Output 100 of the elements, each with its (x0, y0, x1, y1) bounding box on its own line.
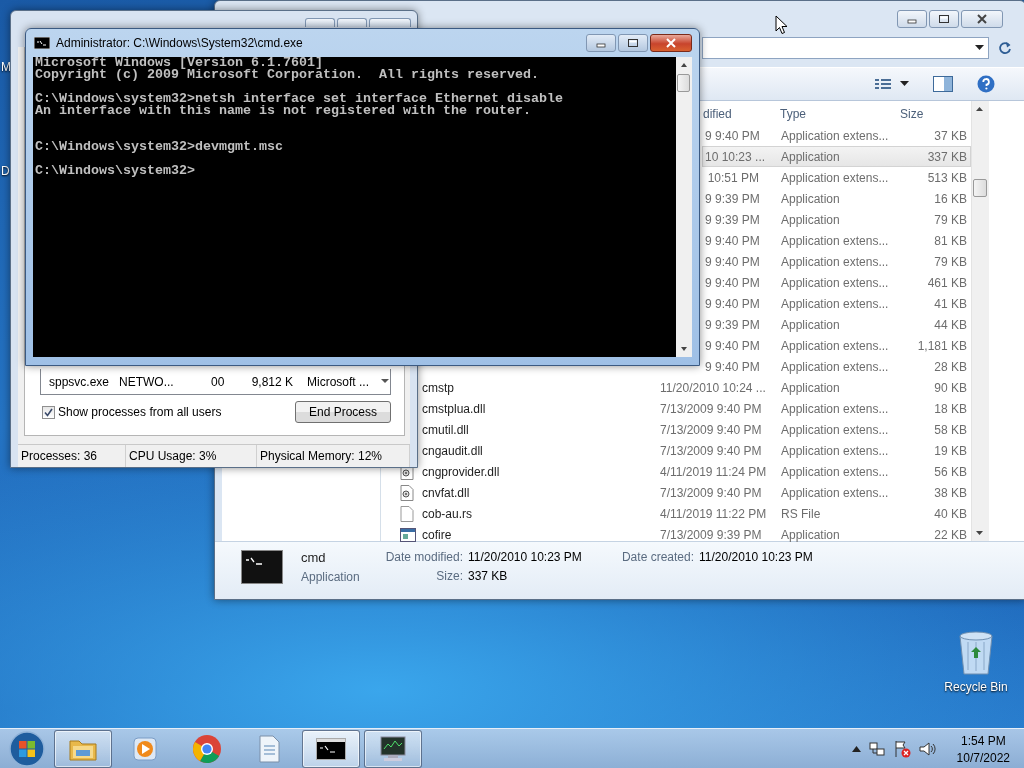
desktop-icon-label: D (1, 164, 10, 178)
desktop-icon-label: M (1, 60, 11, 74)
file-type: Application extens... (780, 233, 890, 248)
checkbox[interactable] (42, 405, 55, 419)
file-type: Application extens... (780, 422, 890, 437)
monitor-icon (378, 735, 408, 763)
date-modified: 9 9:39 PM (704, 317, 761, 332)
date-modified: 7/13/2009 9:39 PM (659, 527, 763, 542)
file-row[interactable]: 9 9:40 PM Application extens... 79 KB (702, 251, 971, 272)
property-label: Date modified: (385, 550, 463, 564)
clock-date[interactable]: 10/7/2022 (956, 750, 1010, 765)
document-icon (256, 734, 282, 764)
process-row[interactable]: sppsvc.exe NETWO... 00 9,812 K Microsoft ... (40, 369, 391, 395)
file-type: Application extens... (780, 359, 890, 374)
clock-time[interactable]: 1:54 PM (960, 733, 1006, 748)
file-row[interactable]: 10:51 PM Application extens... 513 KB (702, 167, 971, 188)
file-row[interactable]: 9 9:40 PM Application extens... 37 KB (702, 125, 971, 146)
column-header[interactable]: Type (778, 106, 898, 121)
date-modified: 10 10:23 ... (704, 149, 767, 164)
address-field[interactable] (702, 37, 989, 59)
column-header[interactable]: Size (898, 106, 966, 121)
file-type: Application extens... (780, 485, 890, 500)
file-type: Application extens... (780, 128, 890, 143)
date-modified: 11/20/2010 10:24 ... (659, 380, 767, 395)
file-row[interactable]: cob-au.rs 4/11/2019 11:22 PM RS File 40 KB (381, 503, 971, 524)
file-row[interactable]: cmstp 11/20/2010 10:24 ... Application 90 KB (421, 377, 971, 398)
recycle-bin-icon[interactable] (957, 630, 995, 676)
file-size: 16 KB (933, 191, 967, 206)
view-options-icon[interactable] (874, 77, 892, 91)
maximize-icon (627, 38, 639, 48)
file-row[interactable]: cmutil.dll 7/13/2009 9:40 PM Application extens... 58 KB (421, 419, 971, 440)
start-button[interactable] (8, 730, 46, 768)
date-modified: 7/13/2009 9:40 PM (659, 422, 763, 437)
minimize-button[interactable] (305, 18, 335, 27)
file-name: cngprovider.dll (422, 464, 501, 479)
file-type: Application extens... (780, 170, 890, 185)
date-modified: 9 9:39 PM (704, 212, 761, 227)
file-row[interactable]: cnvfat.dll 7/13/2009 9:40 PM Application extens... 38 KB (381, 482, 971, 503)
file-name: cmd (301, 550, 327, 565)
file-type: Application (780, 527, 841, 542)
process-cell-text: Microsoft ... (306, 374, 370, 389)
file-row[interactable]: 9 9:40 PM Application extens... 81 KB (702, 230, 971, 251)
speaker-icon[interactable] (918, 741, 937, 757)
file-size: 18 KB (933, 401, 967, 416)
file-size: 44 KB (933, 317, 967, 332)
file-row[interactable]: 9 9:40 PM Application extens... 1,181 KB (702, 335, 971, 356)
file-type: Application (780, 191, 841, 206)
close-button[interactable] (961, 10, 1003, 28)
column-header[interactable]: dified (702, 106, 778, 121)
date-modified: 9 9:40 PM (704, 296, 761, 311)
property-label: Size: (435, 569, 463, 583)
file-size: 56 KB (933, 464, 967, 479)
scrollbar[interactable] (971, 101, 989, 541)
dropdown-arrow-icon[interactable] (975, 45, 984, 51)
file-row[interactable]: 9 9:39 PM Application 16 KB (702, 188, 971, 209)
scroll-thumb[interactable] (677, 74, 690, 92)
file-type: RS File (780, 506, 822, 521)
file-row[interactable]: 10 10:23 ... Application 337 KB (702, 146, 971, 167)
file-size: 38 KB (933, 485, 967, 500)
file-row[interactable]: 9 9:40 PM Application extens... 461 KB (702, 272, 971, 293)
file-row[interactable]: 9 9:40 PM Application extens... 41 KB (702, 293, 971, 314)
file-row[interactable]: 9 9:39 PM Application 44 KB (702, 314, 971, 335)
maximize-button[interactable] (929, 10, 959, 28)
preview-pane-icon[interactable] (933, 76, 953, 92)
file-row[interactable]: 9 9:40 PM Application extens... 28 KB (702, 356, 971, 377)
checkbox-label[interactable]: Show processes from all users (58, 405, 222, 419)
file-size: 461 KB (926, 275, 967, 290)
file-size: 79 KB (933, 212, 967, 227)
file-type: Application extens... (780, 443, 890, 458)
file-row[interactable]: cmstplua.dll 7/13/2009 9:40 PM Application extens... 18 KB (421, 398, 971, 419)
file-size: 1,181 KB (916, 338, 967, 353)
date-modified: 9 9:40 PM (704, 275, 761, 290)
refresh-icon (998, 41, 1012, 55)
scroll-down-icon[interactable] (381, 379, 389, 384)
date-modified: 7/13/2009 9:40 PM (659, 443, 763, 458)
file-row[interactable]: cofire 7/13/2009 9:39 PM Application 22 KB (381, 524, 971, 545)
network-icon[interactable] (868, 741, 885, 757)
file-row[interactable]: cngaudit.dll 7/13/2009 9:40 PM Application extens... 19 KB (421, 440, 971, 461)
browser-icon (192, 734, 222, 764)
end-process-button[interactable]: End Process (295, 401, 391, 423)
file-row[interactable]: 9 9:39 PM Application 79 KB (702, 209, 971, 230)
maximize-button[interactable] (618, 34, 648, 52)
date-modified: 7/13/2009 9:40 PM (659, 401, 763, 416)
play-icon (132, 736, 158, 762)
dropdown-arrow-icon[interactable] (900, 81, 909, 87)
taskbar-button[interactable] (364, 730, 422, 768)
file-size: 40 KB (933, 506, 967, 521)
recycle-bin-label[interactable]: Recycle Bin (944, 680, 1008, 694)
show-hidden-icons-icon[interactable] (851, 746, 861, 752)
scrollbar[interactable] (676, 57, 692, 357)
scroll-thumb[interactable] (973, 179, 987, 197)
close-button[interactable] (650, 34, 692, 52)
date-modified: 4/11/2019 11:22 PM (659, 506, 768, 521)
file-type: Application extens... (780, 464, 890, 479)
taskbar-button[interactable] (302, 730, 360, 768)
file-size: 22 KB (933, 527, 967, 542)
help-icon[interactable] (977, 75, 995, 93)
flag-icon[interactable] (892, 740, 911, 758)
file-name: cmstplua.dll (422, 401, 487, 416)
file-type: Application extens... (780, 275, 890, 290)
